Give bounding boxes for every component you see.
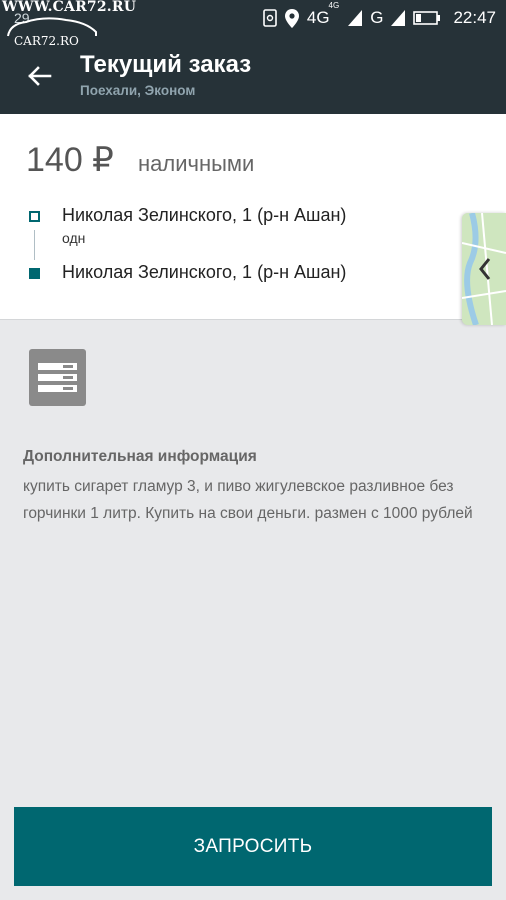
battery-icon <box>413 11 441 25</box>
page-title: Текущий заказ <box>80 51 252 78</box>
order-price: 140 ₽ <box>26 141 114 179</box>
extra-info-title: Дополнительная информация <box>23 448 257 465</box>
screenshot-icon <box>263 9 277 27</box>
clock: 22:47 <box>453 8 496 27</box>
map-preview-button[interactable] <box>462 213 506 325</box>
route-start-marker <box>29 211 40 222</box>
signal-1-icon <box>348 10 363 26</box>
status-bar: 29 WWW.CAR72.RU CAR72.RO 4G4G G 22:47 <box>0 0 506 48</box>
request-button[interactable]: ЗАПРОСИТЬ <box>14 807 492 886</box>
status-icons: 4G4G G 22:47 <box>263 1 496 28</box>
back-button[interactable] <box>20 58 60 94</box>
payment-method: наличными <box>138 151 255 176</box>
toolbar: Текущий заказ Поехали, Эконом <box>0 36 506 114</box>
arrow-back-icon <box>28 66 52 86</box>
watermark-url: WWW.CAR72.RU <box>2 0 137 15</box>
document-icon <box>29 349 86 406</box>
map-thumbnail-icon <box>462 213 506 325</box>
pickup-note: одн <box>62 230 86 246</box>
order-card: 140 ₽ наличными Николая Зелинского, 1 (р… <box>0 114 506 325</box>
extra-info-text: купить сигарет гламур 3, и пиво жигулевс… <box>23 478 473 522</box>
app-header: 29 WWW.CAR72.RU CAR72.RO 4G4G G 22:47 Те… <box>0 0 506 114</box>
route-connector <box>34 230 35 260</box>
network-4g-indicator: 4G4G <box>306 1 340 27</box>
location-pin-icon <box>284 8 299 28</box>
signal-2-icon <box>391 10 406 26</box>
pickup-address: Николая Зелинского, 1 (р-н Ашан) <box>62 205 347 225</box>
network-g-indicator: G <box>370 8 384 27</box>
page-subtitle: Поехали, Эконом <box>80 83 196 98</box>
route-end-marker <box>29 268 40 279</box>
destination-address: Николая Зелинского, 1 (р-н Ашан) <box>62 262 347 282</box>
